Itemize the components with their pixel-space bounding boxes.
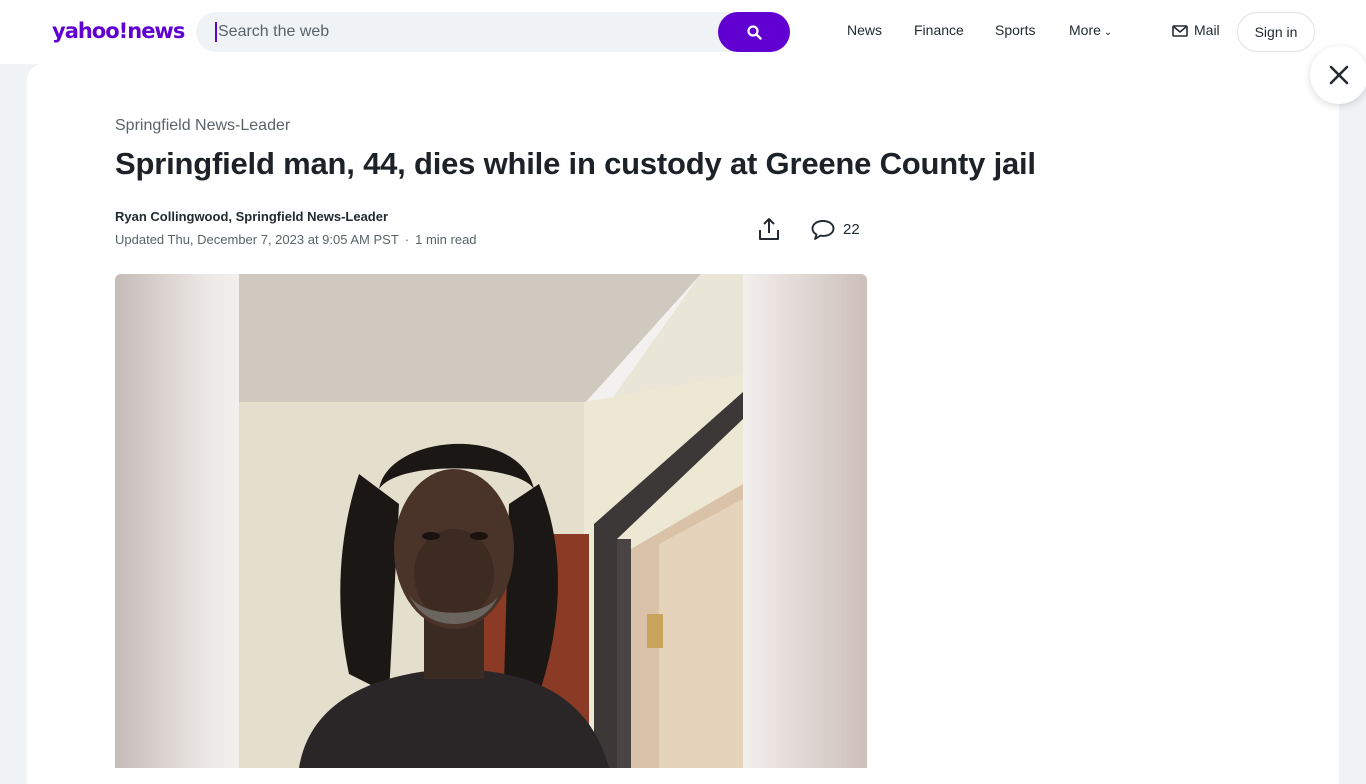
sign-in-button[interactable]: Sign in [1237, 12, 1315, 52]
yahoo-news-logo[interactable]: yahoo!news [52, 19, 185, 43]
article-byline: Ryan Collingwood, Springfield News-Leade… [115, 209, 389, 224]
share-icon [759, 218, 779, 240]
portrait-photo [239, 274, 743, 768]
nav-finance[interactable]: Finance [914, 22, 964, 38]
nav-more-label: More [1069, 22, 1101, 38]
updated-timestamp: Updated Thu, December 7, 2023 at 9:05 AM… [115, 232, 399, 247]
search-bar [196, 12, 790, 52]
mail-icon [1172, 25, 1188, 37]
chevron-down-icon: ⌄ [1103, 27, 1113, 38]
close-button[interactable] [1310, 46, 1366, 104]
nav-news[interactable]: News [847, 22, 882, 38]
comment-count: 22 [843, 221, 860, 238]
search-button[interactable] [718, 12, 790, 52]
nav-sports[interactable]: Sports [995, 22, 1035, 38]
read-time: 1 min read [415, 232, 477, 247]
text-cursor [215, 22, 217, 42]
search-input[interactable] [218, 12, 708, 52]
article-headline: Springfield man, 44, dies while in custo… [115, 146, 1036, 181]
close-icon [1329, 65, 1349, 85]
top-bar: yahoo!news News Finance Sports More⌄ Mai… [0, 0, 1366, 64]
mail-label: Mail [1194, 22, 1220, 38]
share-button[interactable] [756, 216, 782, 242]
search-icon [747, 25, 762, 40]
nav-more[interactable]: More ⌄ [1069, 22, 1112, 38]
comment-icon [811, 220, 835, 240]
article-dateline: Updated Thu, December 7, 2023 at 9:05 AM… [115, 232, 477, 247]
separator-dot: · [404, 232, 410, 247]
article-provider[interactable]: Springfield News-Leader [115, 117, 290, 135]
article-photo[interactable] [115, 274, 867, 768]
